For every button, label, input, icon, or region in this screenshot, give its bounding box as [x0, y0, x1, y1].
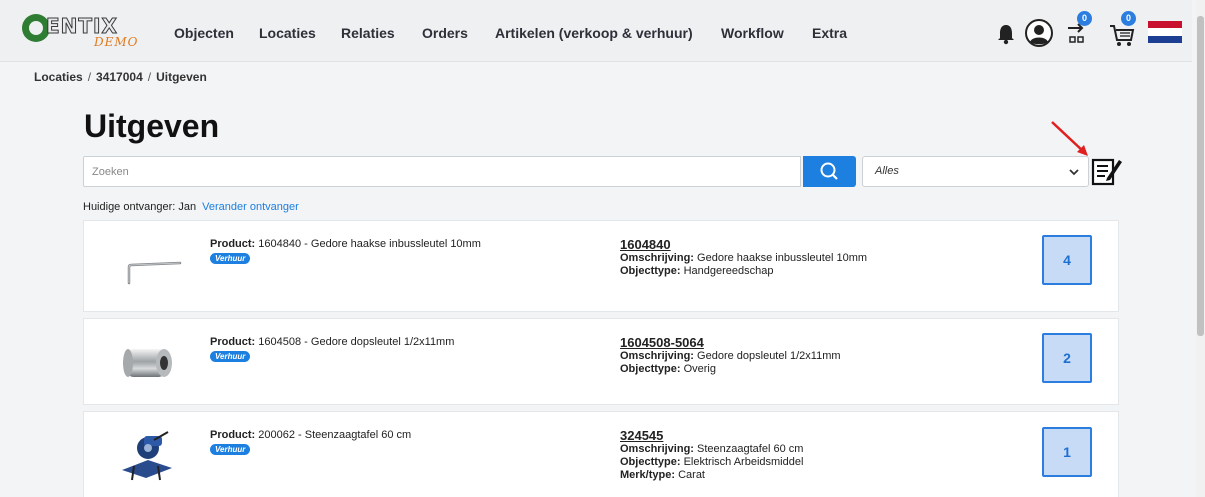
nav-extra[interactable]: Extra [812, 25, 847, 41]
cart-badge: 0 [1121, 11, 1136, 26]
object-code-link[interactable]: 1604840 [620, 238, 867, 251]
description-label: Omschrijving: [620, 350, 694, 362]
change-recipient-link[interactable]: Verander ontvanger [202, 201, 299, 213]
filter-selected-value: Alles [875, 165, 899, 177]
nav-objecten[interactable]: Objecten [174, 25, 234, 41]
object-code-link[interactable]: 1604508-5064 [620, 336, 841, 349]
nav-locaties[interactable]: Locaties [259, 25, 316, 41]
search-input[interactable] [83, 156, 801, 187]
quantity-button[interactable]: 2 [1042, 333, 1092, 383]
object-code-link[interactable]: 324545 [620, 429, 803, 442]
description-row: Omschrijving: Gedore dopsleutel 1/2x11mm [620, 350, 841, 363]
description-value: Steenzaagtafel 60 cm [697, 443, 804, 455]
page-title: Uitgeven [84, 108, 220, 144]
breadcrumb-separator: / [87, 70, 92, 84]
object-info: 1604840 Omschrijving: Gedore haakse inbu… [620, 238, 867, 278]
product-line: Product: 1604508 - Gedore dopsleutel 1/2… [210, 336, 454, 348]
product-line: Product: 1604840 - Gedore haakse inbussl… [210, 238, 481, 250]
notes-edit-icon[interactable] [1091, 156, 1123, 186]
logo-subtitle: DEMO [94, 35, 139, 49]
search-icon [820, 162, 838, 180]
object-info: 1604508-5064 Omschrijving: Gedore dopsle… [620, 336, 841, 376]
brand-value: Carat [678, 469, 705, 481]
objecttype-row: Objecttype: Overig [620, 363, 841, 376]
item-card: Product: 200062 - Steenzaagtafel 60 cm V… [83, 411, 1119, 497]
product-image-stone-saw [122, 431, 172, 481]
breadcrumb-location-id[interactable]: 3417004 [96, 70, 143, 84]
quantity-button[interactable]: 1 [1042, 427, 1092, 477]
product-label: Product: [210, 238, 256, 250]
item-card: Product: 1604840 - Gedore haakse inbussl… [83, 220, 1119, 312]
product-label: Product: [210, 429, 256, 441]
page-scrollbar[interactable] [1196, 0, 1205, 497]
quantity-button[interactable]: 4 [1042, 235, 1092, 285]
product-image-socket [123, 349, 172, 377]
transfer-button[interactable]: 0 [1064, 11, 1094, 48]
rental-tag: Verhuur [210, 351, 251, 362]
item-card: Product: 1604508 - Gedore dopsleutel 1/2… [83, 318, 1119, 405]
user-avatar-icon[interactable] [1025, 19, 1053, 47]
description-label: Omschrijving: [620, 443, 694, 455]
rental-tag: Verhuur [210, 253, 251, 264]
objecttype-row: Objecttype: Handgereedschap [620, 265, 867, 278]
rental-tag: Verhuur [210, 444, 251, 455]
product-image-allen-key [127, 261, 182, 285]
objecttype-row: Objecttype: Elektrisch Arbeidsmiddel [620, 456, 803, 469]
objecttype-label: Objecttype: [620, 265, 681, 277]
brand-label: Merk/type: [620, 469, 676, 481]
brand-row: Merk/type: Carat [620, 469, 803, 482]
object-info: 324545 Omschrijving: Steenzaagtafel 60 c… [620, 429, 803, 482]
search-button[interactable] [803, 156, 856, 187]
product-text: 1604508 - Gedore dopsleutel 1/2x11mm [258, 336, 455, 348]
description-value: Gedore haakse inbussleutel 10mm [697, 252, 868, 264]
cart-button[interactable]: 0 [1107, 11, 1139, 48]
nav-workflow[interactable]: Workflow [721, 25, 784, 41]
product-line: Product: 200062 - Steenzaagtafel 60 cm [210, 429, 411, 441]
objecttype-value: Elektrisch Arbeidsmiddel [683, 456, 804, 468]
product-label: Product: [210, 336, 256, 348]
description-row: Omschrijving: Gedore haakse inbussleutel… [620, 252, 867, 265]
scrollbar-thumb[interactable] [1197, 16, 1204, 336]
flag-nl-icon[interactable] [1148, 21, 1182, 43]
objecttype-label: Objecttype: [620, 456, 681, 468]
breadcrumb-locaties[interactable]: Locaties [34, 70, 83, 84]
centix-logo[interactable]: ENTIX DEMO [22, 10, 142, 50]
product-text: 200062 - Steenzaagtafel 60 cm [258, 429, 412, 441]
objecttype-value: Overig [683, 363, 716, 375]
nav-relaties[interactable]: Relaties [341, 25, 395, 41]
breadcrumb-current: Uitgeven [156, 70, 207, 84]
description-row: Omschrijving: Steenzaagtafel 60 cm [620, 443, 803, 456]
transfer-badge: 0 [1077, 11, 1092, 26]
chevron-down-icon [1069, 169, 1079, 176]
objecttype-value: Handgereedschap [683, 265, 774, 277]
bell-icon[interactable] [996, 23, 1016, 45]
current-recipient: Huidige ontvanger: Jan Verander ontvanger [83, 201, 299, 213]
breadcrumb: Locaties / 3417004 / Uitgeven [34, 70, 207, 84]
red-arrow-annotation-icon [1051, 121, 1088, 156]
recipient-label: Huidige ontvanger: Jan [83, 201, 197, 213]
product-text: 1604840 - Gedore haakse inbussleutel 10m… [258, 238, 481, 250]
description-label: Omschrijving: [620, 252, 694, 264]
nav-artikelen[interactable]: Artikelen (verkoop & verhuur) [495, 25, 693, 41]
nav-orders[interactable]: Orders [422, 25, 468, 41]
description-value: Gedore dopsleutel 1/2x11mm [697, 350, 841, 362]
breadcrumb-separator: / [147, 70, 152, 84]
top-navbar: ENTIX DEMO Objecten Locaties Relaties Or… [0, 0, 1192, 62]
objecttype-label: Objecttype: [620, 363, 681, 375]
